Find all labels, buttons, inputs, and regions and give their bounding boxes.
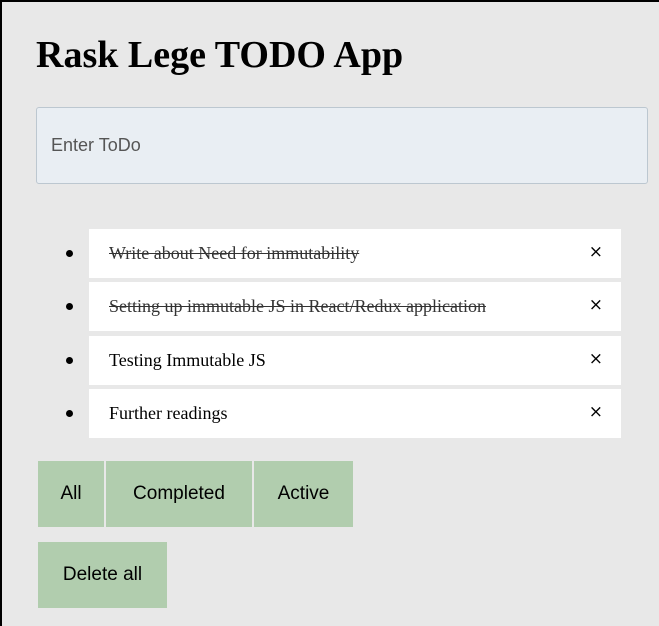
app-frame: Rask Lege TODO App Write about Need for …: [0, 0, 659, 626]
filter-completed-button[interactable]: Completed: [106, 461, 252, 527]
filter-active-button[interactable]: Active: [254, 461, 353, 527]
todo-text[interactable]: Further readings: [109, 402, 227, 424]
todo-item-box[interactable]: Testing Immutable JS ×: [89, 336, 621, 385]
remove-icon[interactable]: ×: [589, 294, 603, 316]
remove-icon[interactable]: ×: [589, 241, 603, 263]
todo-text[interactable]: Write about Need for immutability: [109, 242, 359, 264]
todo-item-box[interactable]: Write about Need for immutability ×: [89, 229, 621, 278]
page-title: Rask Lege TODO App: [36, 34, 404, 76]
delete-all-button[interactable]: Delete all: [38, 542, 167, 608]
todo-item-box[interactable]: Further readings ×: [89, 389, 621, 438]
remove-icon[interactable]: ×: [589, 401, 603, 423]
todo-input[interactable]: [36, 107, 648, 184]
bullet-icon: [66, 357, 73, 364]
bullet-icon: [66, 303, 73, 310]
filter-all-button[interactable]: All: [38, 461, 104, 527]
todo-item: Setting up immutable JS in React/Redux a…: [58, 282, 621, 331]
remove-icon[interactable]: ×: [589, 348, 603, 370]
todo-text[interactable]: Setting up immutable JS in React/Redux a…: [109, 295, 486, 317]
todo-item: Write about Need for immutability ×: [58, 229, 621, 278]
todo-item-box[interactable]: Setting up immutable JS in React/Redux a…: [89, 282, 621, 331]
bullet-icon: [66, 250, 73, 257]
todo-item: Further readings ×: [58, 389, 621, 438]
bullet-icon: [66, 410, 73, 417]
todo-item: Testing Immutable JS ×: [58, 336, 621, 385]
todo-text[interactable]: Testing Immutable JS: [109, 349, 266, 371]
